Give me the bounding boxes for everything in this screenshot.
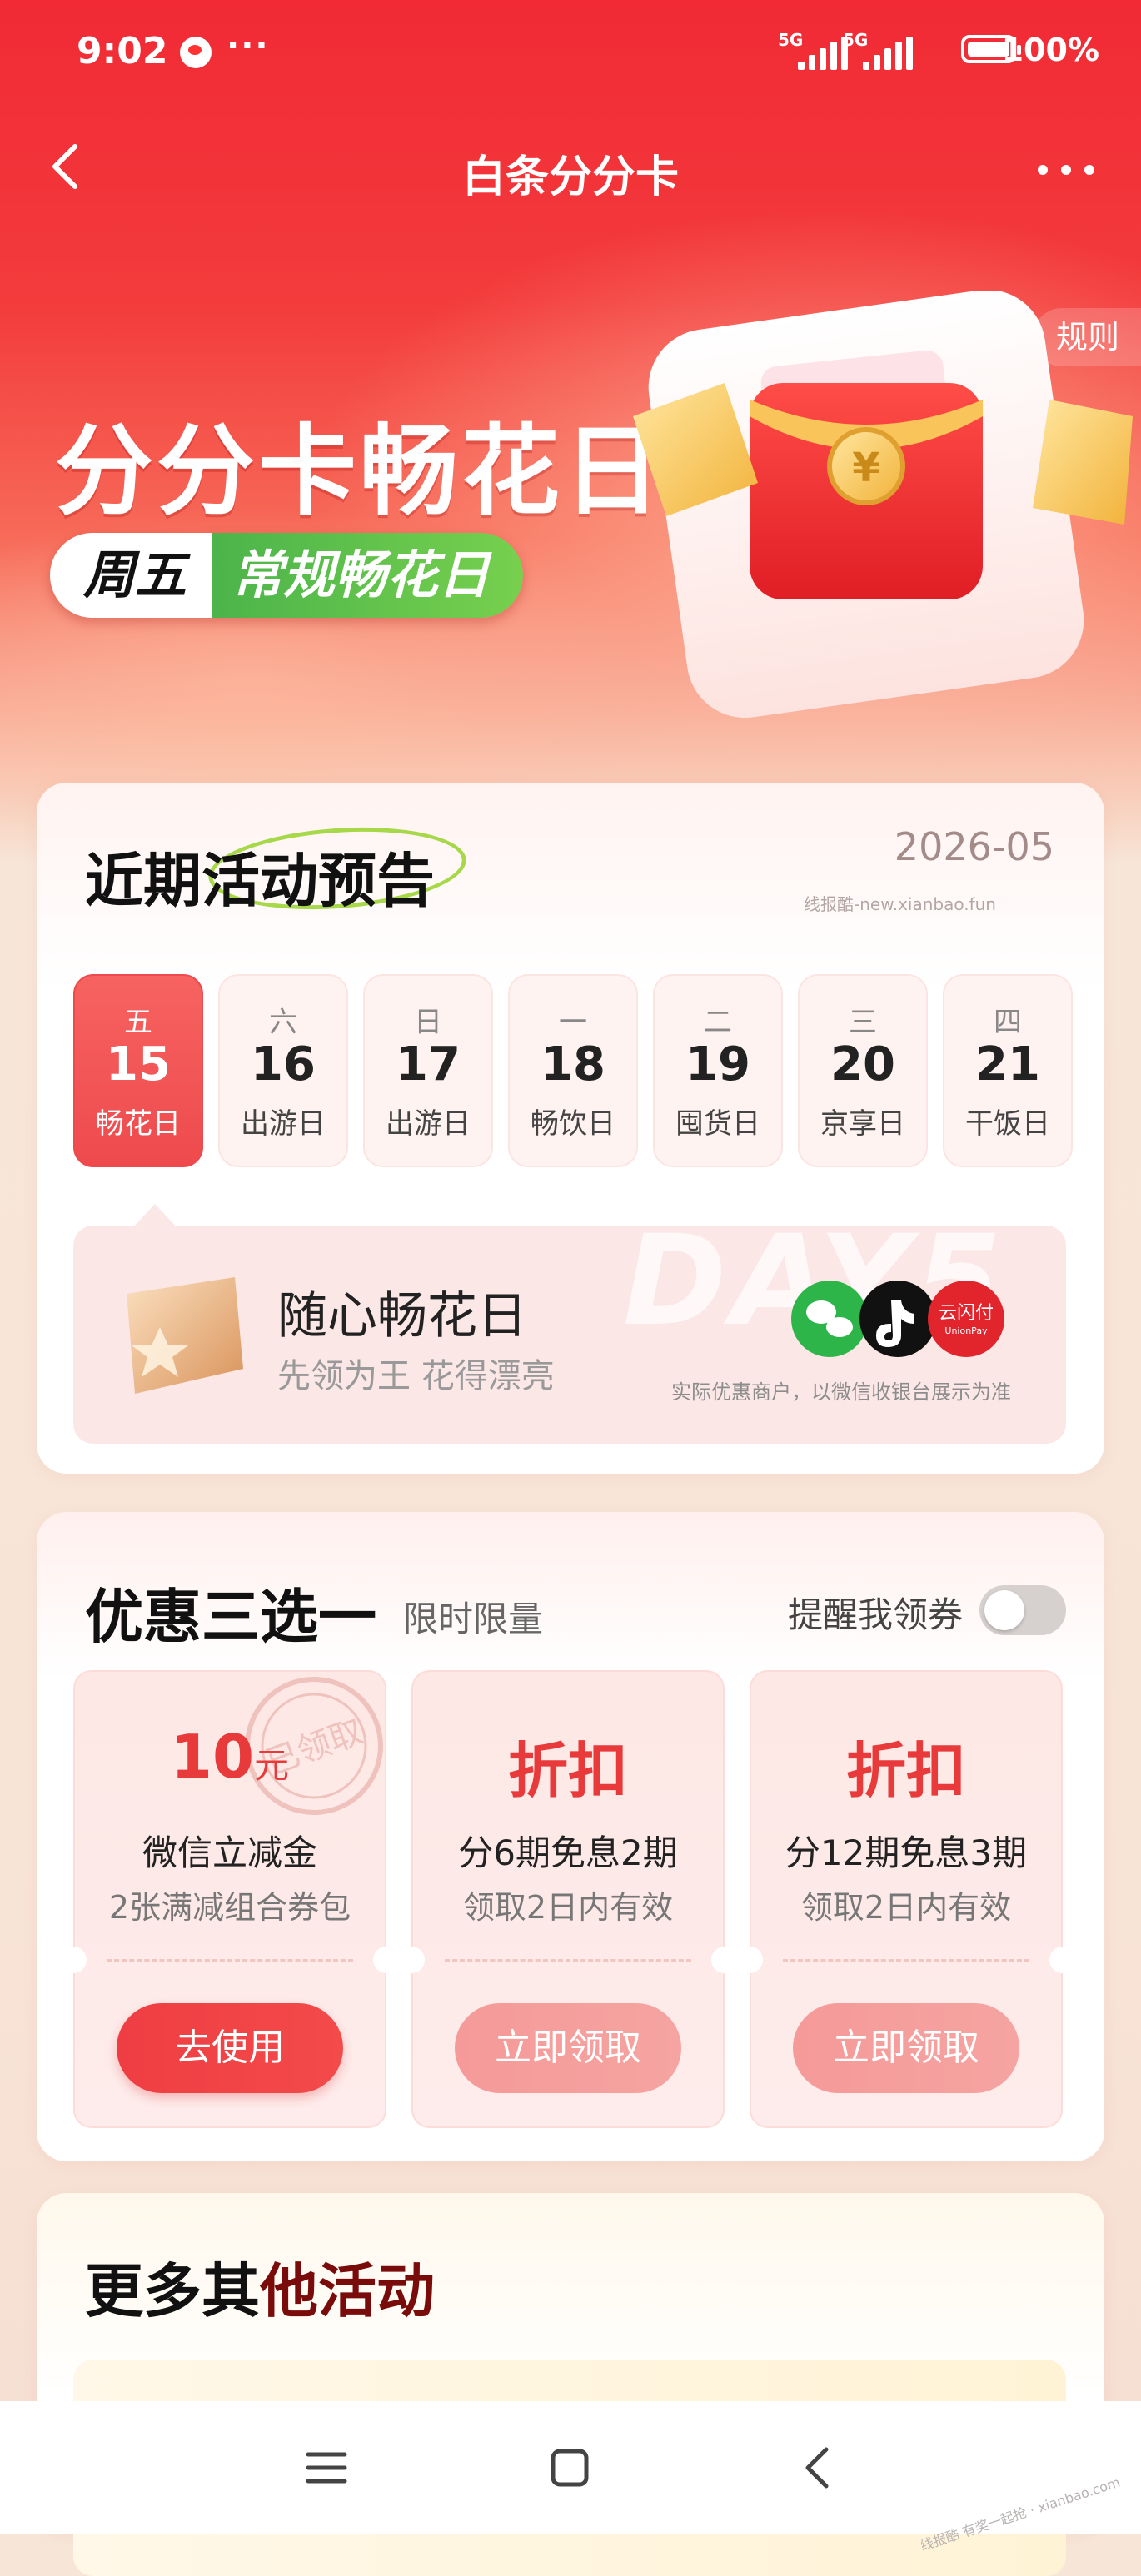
signal-icon: 5G [778,30,848,70]
day-weekday: 六 [269,1006,297,1039]
day-name: 囤货日 [675,1107,760,1141]
day-selector: 五 15 畅花日 六 16 出游日 日 17 出游日 一 18 畅饮日 二 19… [73,974,1073,1167]
day-date: 17 [396,1037,461,1092]
day-date: 21 [975,1037,1040,1092]
feature-title: 随心畅花日 [277,1287,527,1345]
coupon-divider [445,1959,691,1962]
day-name: 畅饮日 [531,1107,615,1141]
day-weekday: 五 [124,1006,152,1039]
coupon-title: 微信立减金 [142,1833,317,1873]
day-item-20[interactable]: 三 20 京享日 [798,974,928,1167]
activity-schedule-card: 近期活动预告 2026-05 线报酷-new.xianbao.fun 五 15 … [37,783,1104,1474]
coupon-divider [783,1959,1029,1962]
coupon-amount: 10元 [75,1722,385,1792]
day-item-19[interactable]: 二 19 囤货日 [653,974,783,1167]
coupon-title: 分6期免息2期 [458,1833,678,1873]
day-name: 出游日 [241,1107,326,1141]
remind-toggle[interactable] [979,1585,1066,1635]
remind-label: 提醒我领券 [787,1594,963,1635]
day-name: 干饭日 [965,1107,1050,1141]
hero-tag-type: 常规畅花日 [212,533,524,618]
home-icon[interactable] [536,2434,603,2501]
day-date: 18 [541,1037,605,1092]
hero-tag-day: 周五 [50,533,212,618]
system-nav-bar: 线报酷 有奖一起抢 · xianbao.com [0,2401,1141,2554]
day-item-15[interactable]: 五 15 畅花日 [73,974,203,1167]
offers-card: 优惠三选一 限时限量 提醒我领券 已领取 10元 微信立减金 2张满减组合券包 … [37,1512,1104,2161]
schedule-title: 近期活动预告 [85,834,435,918]
coupon-amount-unit: 元 [254,1745,290,1786]
page-title: 白条分分卡 [461,152,679,202]
payment-partner-icons: 云闪付 UnionPay [791,1281,1004,1357]
recent-apps-icon[interactable] [293,2434,360,2501]
coupon-subtitle: 2张满减组合券包 [108,1889,351,1926]
selected-day-pointer [133,1204,177,1227]
coupon-title: 分12期免息3期 [785,1833,1028,1873]
day-item-16[interactable]: 六 16 出游日 [218,974,348,1167]
day-item-21[interactable]: 四 21 干饭日 [943,974,1073,1167]
status-time: 9:02 [77,30,168,72]
day-date: 15 [106,1037,171,1092]
claim-coupon-button[interactable]: 立即领取 [793,2003,1019,2093]
schedule-title-b: 活动预告 [202,847,435,915]
day-item-17[interactable]: 日 17 出游日 [363,974,493,1167]
coupon-subtitle: 领取2日内有效 [800,1889,1012,1926]
day-weekday: 四 [994,1006,1022,1039]
coupon-6-installments[interactable]: 折扣 分6期免息2期 领取2日内有效 立即领取 [398,1670,738,2128]
unionpay-sub: UnionPay [944,1325,988,1336]
feature-banner[interactable]: DAY5 随心畅花日 先领为王 花得漂亮 云闪付 UnionPay 实际优惠商户… [73,1226,1066,1444]
signal-icon-2: 5G [843,30,913,70]
day-weekday: 日 [414,1006,442,1039]
coupon-amount-value: 10 [170,1722,255,1792]
notification-icon [180,37,212,68]
day-date: 16 [251,1037,316,1092]
watermark-text: 线报酷-new.xianbao.fun [804,894,996,914]
coupon-amount: 折扣 [845,1736,966,1806]
day-item-18[interactable]: 一 18 畅饮日 [508,974,638,1167]
feature-subtitle: 先领为王 花得漂亮 [277,1357,555,1395]
hero-tag: 周五 常规畅花日 [50,533,524,618]
day-date: 20 [830,1037,895,1092]
hero-title: 分分卡畅花日 [55,414,665,529]
schedule-title-a: 近期 [85,847,202,915]
svg-text:¥: ¥ [852,445,879,491]
day-name: 京享日 [820,1107,905,1141]
more-title-a: 更多其 [85,2257,260,2325]
day-weekday: 三 [849,1006,877,1039]
claim-coupon-button[interactable]: 立即领取 [455,2003,681,2093]
day-name: 畅花日 [96,1107,181,1141]
coupon-list: 已领取 10元 微信立减金 2张满减组合券包 去使用 折扣 分6期免息2期 领取… [60,1670,1076,2128]
coupon-subtitle: 领取2日内有效 [462,1889,674,1926]
day-weekday: 一 [559,1006,587,1039]
more-options-icon[interactable] [1033,145,1099,195]
use-coupon-button[interactable]: 去使用 [117,2003,343,2093]
ticket-icon [127,1277,243,1394]
day-name: 出游日 [386,1107,471,1141]
schedule-month: 2026-05 [894,824,1054,869]
coupon-12-installments[interactable]: 折扣 分12期免息3期 领取2日内有效 立即领取 [736,1670,1076,2128]
offers-title: 优惠三选一 [85,1583,376,1651]
day-weekday: 二 [704,1006,732,1039]
status-bar: 9:02 ··· 5G 5G 100% [77,25,1099,83]
red-envelope-illustration: ¥ [633,291,1133,719]
coupon-amount: 折扣 [507,1736,628,1806]
offers-limit: 限时限量 [403,1599,544,1639]
status-more-icon: ··· [227,27,270,65]
coupon-divider [107,1959,353,1962]
more-title-b: 他活动 [260,2257,435,2325]
coupon-wechat-cash[interactable]: 已领取 10元 微信立减金 2张满减组合券包 去使用 [60,1670,400,2128]
more-activities-title: 更多其他活动 [85,2245,435,2329]
unionpay-text: 云闪付 [939,1303,994,1324]
merchant-note: 实际优惠商户，以微信收银台展示为准 [671,1380,1011,1404]
battery-text: 100% [1001,32,1099,68]
day-date: 19 [685,1037,750,1092]
back-nav-icon[interactable] [785,2434,851,2501]
